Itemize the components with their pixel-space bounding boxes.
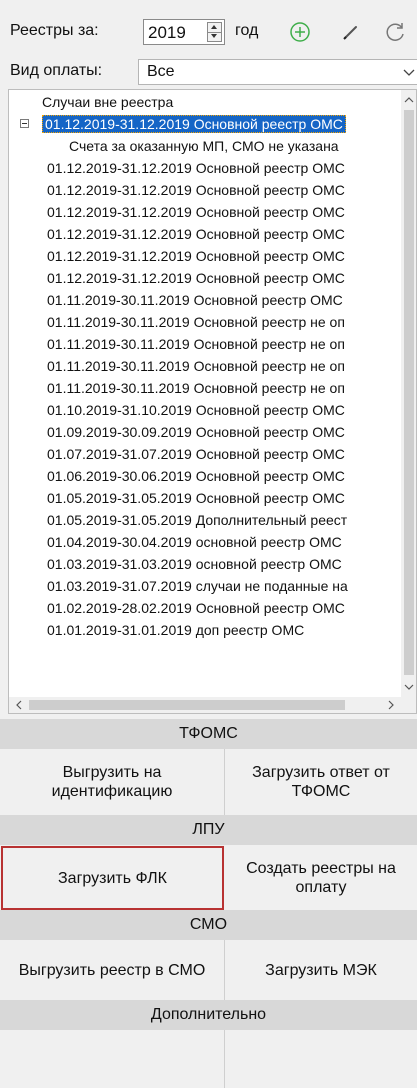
horizontal-scrollbar[interactable] <box>9 697 401 713</box>
tree-item-label: 01.10.2019-31.10.2019 Основной реестр ОМ… <box>47 402 345 418</box>
load-mek-button[interactable]: Загрузить МЭК <box>225 940 417 1000</box>
year-spinner[interactable]: 2019 <box>143 19 225 45</box>
tree-item[interactable]: 01.01.2019-31.01.2019 доп реестр ОМС <box>47 619 304 641</box>
payment-row: Вид оплаты: Все <box>0 58 417 86</box>
tree-item-label: 01.12.2019-31.12.2019 Основной реестр ОМ… <box>47 270 345 286</box>
tree-item-label: 01.02.2019-28.02.2019 Основной реестр ОМ… <box>47 600 345 616</box>
tree-item[interactable]: Случаи вне реестра <box>42 91 173 113</box>
year-unit-label: год <box>235 22 259 39</box>
toolbar: Реестры за: 2019 год <box>0 0 417 58</box>
tree-item-label: 01.03.2019-31.03.2019 основной реестр ОМ… <box>47 556 342 572</box>
tree-item-label: 01.07.2019-31.07.2019 Основной реестр ОМ… <box>47 446 345 462</box>
tree-item[interactable]: 01.12.2019-31.12.2019 Основной реестр ОМ… <box>47 245 345 267</box>
refresh-icon[interactable] <box>384 20 408 44</box>
extra-button-pane <box>0 1030 417 1088</box>
tree-item[interactable]: 01.11.2019-30.11.2019 Основной реестр ОМ… <box>47 289 343 311</box>
export-registry-smo-button[interactable]: Выгрузить реестр в СМО <box>0 940 225 1000</box>
tree-item[interactable]: 01.03.2019-31.03.2019 основной реестр ОМ… <box>47 553 342 575</box>
collapse-icon[interactable] <box>20 119 29 128</box>
section-header-lpu: ЛПУ <box>0 815 417 845</box>
tree-item[interactable]: 01.12.2019-31.12.2019 Основной реестр ОМ… <box>47 201 345 223</box>
smo-button-pane: Выгрузить реестр в СМО Загрузить МЭК <box>0 940 417 1000</box>
tree-item-label: 01.12.2019-31.12.2019 Основной реестр ОМ… <box>47 248 345 264</box>
tree-item-label: 01.11.2019-30.11.2019 Основной реестр не… <box>47 380 345 396</box>
tree-item[interactable]: 01.12.2019-31.12.2019 Основной реестр ОМ… <box>47 223 345 245</box>
extra-empty-right <box>225 1030 417 1088</box>
tree-item[interactable]: 01.11.2019-30.11.2019 Основной реестр не… <box>47 311 345 333</box>
tree-item-label: 01.11.2019-30.11.2019 Основной реестр ОМ… <box>47 292 343 308</box>
load-tfoms-response-button[interactable]: Загрузить ответ от ТФОМС <box>225 749 417 815</box>
tree-item-label: 01.09.2019-30.09.2019 Основной реестр ОМ… <box>47 424 345 440</box>
scroll-up-icon[interactable] <box>401 92 417 108</box>
chevron-down-icon <box>211 34 217 38</box>
payment-type-value[interactable]: Все <box>147 63 175 81</box>
tree-item[interactable]: 01.11.2019-30.11.2019 Основной реестр не… <box>47 377 345 399</box>
tree-item[interactable]: 01.09.2019-30.09.2019 Основной реестр ОМ… <box>47 421 345 443</box>
tree-item[interactable]: 01.02.2019-28.02.2019 Основной реестр ОМ… <box>47 597 345 619</box>
tree-item-label: 01.04.2019-30.04.2019 основной реестр ОМ… <box>47 534 342 550</box>
tree-item-label: 01.06.2019-30.06.2019 Основной реестр ОМ… <box>47 468 345 484</box>
extra-empty-left <box>0 1030 225 1088</box>
year-label: Реестры за: <box>10 22 99 39</box>
year-value[interactable]: 2019 <box>148 23 186 43</box>
tree-item[interactable]: 01.05.2019-31.05.2019 Основной реестр ОМ… <box>47 487 345 509</box>
payment-type-label: Вид оплаты: <box>10 62 103 79</box>
tree-item-label: Случаи вне реестра <box>42 94 174 110</box>
tree-item[interactable]: 01.12.2019-31.12.2019 Основной реестр ОМ… <box>47 267 345 289</box>
year-decrement-button[interactable] <box>208 32 221 41</box>
section-header-tfoms: ТФОМС <box>0 719 417 749</box>
load-flk-button[interactable]: Загрузить ФЛК <box>1 846 224 910</box>
tree-item-label: Счета за оказанную МП, СМО не указана <box>69 138 339 154</box>
tree-item[interactable]: 01.05.2019-31.05.2019 Дополнительный рее… <box>47 509 347 531</box>
pencil-icon[interactable] <box>339 20 363 44</box>
tree-item-label: 01.12.2019-31.12.2019 Основной реестр ОМ… <box>47 204 345 220</box>
tree-item[interactable]: 01.12.2019-31.12.2019 Основной реестр ОМ… <box>47 179 345 201</box>
section-header-extra: Дополнительно <box>0 1000 417 1030</box>
scroll-left-icon[interactable] <box>11 697 27 713</box>
tree-item[interactable]: 01.11.2019-30.11.2019 Основной реестр не… <box>47 355 345 377</box>
payment-type-select[interactable]: Все <box>138 59 417 85</box>
tree-item-label: 01.12.2019-31.12.2019 Основной реестр ОМ… <box>42 115 346 133</box>
export-identification-button[interactable]: Выгрузить на идентификацию <box>0 749 225 815</box>
vertical-scroll-thumb[interactable] <box>404 110 414 675</box>
registry-tree[interactable]: Случаи вне реестра 01.12.2019-31.12.2019… <box>8 89 417 714</box>
tree-item[interactable]: 01.03.2019-31.07.2019 случаи не поданные… <box>47 575 348 597</box>
create-payment-registries-button[interactable]: Создать реестры на оплату <box>225 846 417 910</box>
plus-circle-icon[interactable] <box>288 20 312 44</box>
tree-item-selected[interactable]: 01.12.2019-31.12.2019 Основной реестр ОМ… <box>42 113 346 135</box>
tree-item-label: 01.12.2019-31.12.2019 Основной реестр ОМ… <box>47 160 345 176</box>
tree-item[interactable]: 01.07.2019-31.07.2019 Основной реестр ОМ… <box>47 443 345 465</box>
chevron-down-icon[interactable] <box>401 63 417 81</box>
horizontal-scroll-thumb[interactable] <box>29 700 345 710</box>
section-header-smo: СМО <box>0 910 417 940</box>
vertical-scrollbar[interactable] <box>401 90 417 697</box>
tree-item-label: 01.01.2019-31.01.2019 доп реестр ОМС <box>47 622 305 638</box>
tree-item-label: 01.05.2019-31.05.2019 Дополнительный рее… <box>47 512 348 528</box>
tree-item-label: 01.03.2019-31.07.2019 случаи не поданные… <box>47 578 348 594</box>
lpu-button-pane: Загрузить ФЛК Создать реестры на оплату <box>0 846 417 910</box>
tree-item[interactable]: 01.10.2019-31.10.2019 Основной реестр ОМ… <box>47 399 345 421</box>
tree-item[interactable]: 01.06.2019-30.06.2019 Основной реестр ОМ… <box>47 465 345 487</box>
year-spinner-buttons <box>207 22 222 42</box>
tree-item[interactable]: 01.12.2019-31.12.2019 Основной реестр ОМ… <box>47 157 345 179</box>
tree-item-label: 01.12.2019-31.12.2019 Основной реестр ОМ… <box>47 182 345 198</box>
tree-item-label: 01.11.2019-30.11.2019 Основной реестр не… <box>47 336 345 352</box>
tree-item[interactable]: 01.04.2019-30.04.2019 основной реестр ОМ… <box>47 531 342 553</box>
tree-item-label: 01.12.2019-31.12.2019 Основной реестр ОМ… <box>47 226 345 242</box>
scroll-corner <box>401 697 416 713</box>
tree-item-label: 01.11.2019-30.11.2019 Основной реестр не… <box>47 358 345 374</box>
tfoms-button-pane: Выгрузить на идентификацию Загрузить отв… <box>0 749 417 815</box>
scroll-right-icon[interactable] <box>383 697 399 713</box>
tree-item-label: 01.05.2019-31.05.2019 Основной реестр ОМ… <box>47 490 345 506</box>
tree-item-label: 01.11.2019-30.11.2019 Основной реестр не… <box>47 314 345 330</box>
tree-item[interactable]: 01.11.2019-30.11.2019 Основной реестр не… <box>47 333 345 355</box>
scroll-down-icon[interactable] <box>401 679 417 695</box>
tree-item[interactable]: Счета за оказанную МП, СМО не указана <box>69 135 339 157</box>
chevron-up-icon <box>211 25 217 29</box>
